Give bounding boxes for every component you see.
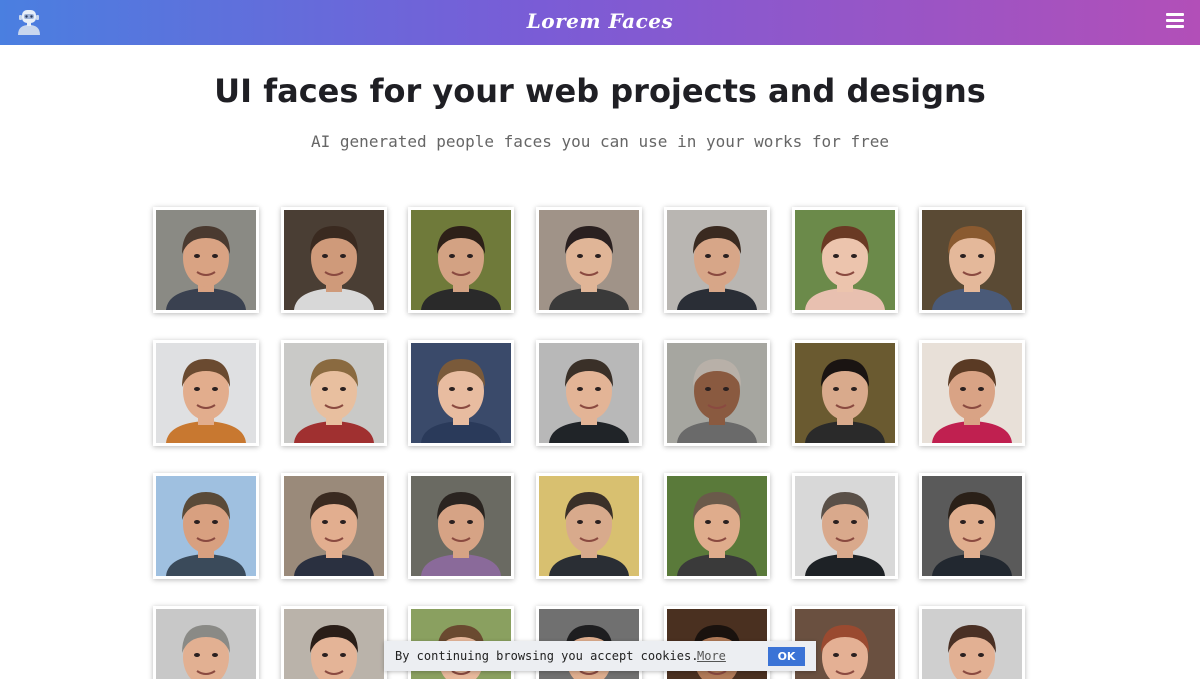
face-photo <box>156 343 256 443</box>
face-photo <box>922 609 1022 679</box>
face-thumbnail[interactable] <box>281 606 387 679</box>
face-thumbnail[interactable] <box>281 473 387 579</box>
face-thumbnail[interactable] <box>408 473 514 579</box>
face-thumbnail[interactable] <box>153 340 259 446</box>
face-photo <box>156 476 256 576</box>
face-thumbnail[interactable] <box>919 207 1025 313</box>
cookie-banner: By continuing browsing you accept cookie… <box>384 641 816 671</box>
cookie-more-link[interactable]: More <box>697 649 726 663</box>
face-thumbnail[interactable] <box>664 207 770 313</box>
face-thumbnail[interactable] <box>792 340 898 446</box>
face-thumbnail[interactable] <box>153 207 259 313</box>
face-photo <box>667 210 767 310</box>
face-thumbnail[interactable] <box>919 340 1025 446</box>
face-thumbnail[interactable] <box>408 207 514 313</box>
face-photo <box>922 210 1022 310</box>
face-photo <box>667 343 767 443</box>
face-thumbnail[interactable] <box>664 340 770 446</box>
face-thumbnail[interactable] <box>408 340 514 446</box>
face-photo <box>539 476 639 576</box>
cookie-ok-button[interactable]: OK <box>768 647 805 666</box>
face-thumbnail[interactable] <box>919 606 1025 679</box>
face-thumbnail[interactable] <box>281 340 387 446</box>
face-thumbnail[interactable] <box>536 207 642 313</box>
face-photo <box>284 210 384 310</box>
cookie-message: By continuing browsing you accept cookie… <box>395 649 699 663</box>
face-photo <box>539 343 639 443</box>
face-thumbnail[interactable] <box>153 606 259 679</box>
face-photo <box>539 210 639 310</box>
face-thumbnail[interactable] <box>153 473 259 579</box>
face-photo <box>922 343 1022 443</box>
face-thumbnail[interactable] <box>664 473 770 579</box>
face-photo <box>411 210 511 310</box>
face-photo <box>411 343 511 443</box>
face-thumbnail[interactable] <box>919 473 1025 579</box>
face-photo <box>795 343 895 443</box>
face-photo <box>922 476 1022 576</box>
face-photo <box>795 210 895 310</box>
face-photo <box>156 609 256 679</box>
face-thumbnail[interactable] <box>281 207 387 313</box>
face-photo <box>411 476 511 576</box>
face-thumbnail[interactable] <box>536 473 642 579</box>
faces-grid <box>0 0 1200 679</box>
face-photo <box>795 476 895 576</box>
face-photo <box>284 343 384 443</box>
face-thumbnail[interactable] <box>536 340 642 446</box>
face-photo <box>284 476 384 576</box>
face-thumbnail[interactable] <box>792 207 898 313</box>
face-photo <box>284 609 384 679</box>
face-photo <box>156 210 256 310</box>
face-photo <box>667 476 767 576</box>
face-thumbnail[interactable] <box>792 473 898 579</box>
